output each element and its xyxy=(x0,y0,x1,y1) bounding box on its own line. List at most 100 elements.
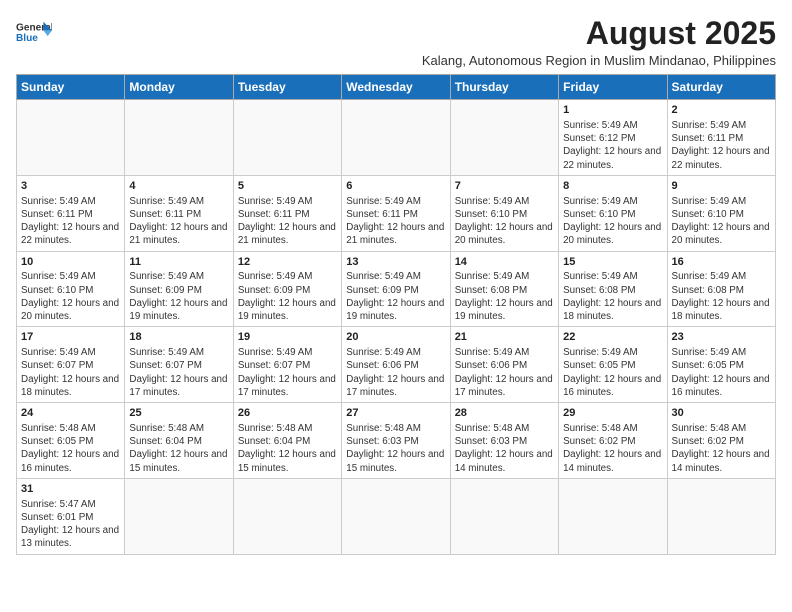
day-number: 22 xyxy=(563,330,662,345)
weekday-header-thursday: Thursday xyxy=(450,75,558,100)
calendar-cell xyxy=(233,478,341,554)
calendar-cell: 6Sunrise: 5:49 AM Sunset: 6:11 PM Daylig… xyxy=(342,175,450,251)
calendar-cell xyxy=(342,478,450,554)
calendar-cell: 13Sunrise: 5:49 AM Sunset: 6:09 PM Dayli… xyxy=(342,251,450,327)
day-number: 30 xyxy=(672,406,771,421)
day-info: Sunrise: 5:49 AM Sunset: 6:11 PM Dayligh… xyxy=(672,119,771,172)
day-number: 29 xyxy=(563,406,662,421)
title-area: August 2025 Kalang, Autonomous Region in… xyxy=(52,16,776,68)
day-number: 2 xyxy=(672,103,771,118)
calendar-cell: 24Sunrise: 5:48 AM Sunset: 6:05 PM Dayli… xyxy=(17,403,125,479)
day-number: 16 xyxy=(672,255,771,270)
day-info: Sunrise: 5:49 AM Sunset: 6:08 PM Dayligh… xyxy=(455,270,554,323)
day-info: Sunrise: 5:49 AM Sunset: 6:11 PM Dayligh… xyxy=(129,195,228,248)
day-number: 8 xyxy=(563,179,662,194)
calendar-cell xyxy=(233,100,341,176)
day-info: Sunrise: 5:49 AM Sunset: 6:07 PM Dayligh… xyxy=(238,346,337,399)
day-number: 10 xyxy=(21,255,120,270)
day-info: Sunrise: 5:49 AM Sunset: 6:09 PM Dayligh… xyxy=(238,270,337,323)
calendar-cell: 3Sunrise: 5:49 AM Sunset: 6:11 PM Daylig… xyxy=(17,175,125,251)
day-number: 9 xyxy=(672,179,771,194)
day-number: 19 xyxy=(238,330,337,345)
calendar-cell: 30Sunrise: 5:48 AM Sunset: 6:02 PM Dayli… xyxy=(667,403,775,479)
calendar-cell: 8Sunrise: 5:49 AM Sunset: 6:10 PM Daylig… xyxy=(559,175,667,251)
calendar-cell: 16Sunrise: 5:49 AM Sunset: 6:08 PM Dayli… xyxy=(667,251,775,327)
calendar-cell: 4Sunrise: 5:49 AM Sunset: 6:11 PM Daylig… xyxy=(125,175,233,251)
day-info: Sunrise: 5:48 AM Sunset: 6:04 PM Dayligh… xyxy=(129,422,228,475)
calendar-cell: 1Sunrise: 5:49 AM Sunset: 6:12 PM Daylig… xyxy=(559,100,667,176)
day-number: 28 xyxy=(455,406,554,421)
day-number: 13 xyxy=(346,255,445,270)
weekday-header-monday: Monday xyxy=(125,75,233,100)
week-row-3: 10Sunrise: 5:49 AM Sunset: 6:10 PM Dayli… xyxy=(17,251,776,327)
calendar-cell: 10Sunrise: 5:49 AM Sunset: 6:10 PM Dayli… xyxy=(17,251,125,327)
day-number: 6 xyxy=(346,179,445,194)
calendar-cell xyxy=(17,100,125,176)
calendar-cell xyxy=(125,478,233,554)
calendar-cell: 18Sunrise: 5:49 AM Sunset: 6:07 PM Dayli… xyxy=(125,327,233,403)
week-row-6: 31Sunrise: 5:47 AM Sunset: 6:01 PM Dayli… xyxy=(17,478,776,554)
day-number: 5 xyxy=(238,179,337,194)
day-number: 12 xyxy=(238,255,337,270)
day-info: Sunrise: 5:49 AM Sunset: 6:11 PM Dayligh… xyxy=(21,195,120,248)
day-number: 7 xyxy=(455,179,554,194)
day-info: Sunrise: 5:49 AM Sunset: 6:10 PM Dayligh… xyxy=(563,195,662,248)
day-info: Sunrise: 5:49 AM Sunset: 6:10 PM Dayligh… xyxy=(672,195,771,248)
calendar-cell: 11Sunrise: 5:49 AM Sunset: 6:09 PM Dayli… xyxy=(125,251,233,327)
week-row-1: 1Sunrise: 5:49 AM Sunset: 6:12 PM Daylig… xyxy=(17,100,776,176)
weekday-header-sunday: Sunday xyxy=(17,75,125,100)
day-info: Sunrise: 5:48 AM Sunset: 6:05 PM Dayligh… xyxy=(21,422,120,475)
day-info: Sunrise: 5:49 AM Sunset: 6:09 PM Dayligh… xyxy=(129,270,228,323)
day-info: Sunrise: 5:49 AM Sunset: 6:06 PM Dayligh… xyxy=(455,346,554,399)
calendar-cell: 22Sunrise: 5:49 AM Sunset: 6:05 PM Dayli… xyxy=(559,327,667,403)
week-row-5: 24Sunrise: 5:48 AM Sunset: 6:05 PM Dayli… xyxy=(17,403,776,479)
weekday-header-tuesday: Tuesday xyxy=(233,75,341,100)
day-info: Sunrise: 5:49 AM Sunset: 6:12 PM Dayligh… xyxy=(563,119,662,172)
day-info: Sunrise: 5:49 AM Sunset: 6:11 PM Dayligh… xyxy=(346,195,445,248)
day-number: 11 xyxy=(129,255,228,270)
day-info: Sunrise: 5:48 AM Sunset: 6:03 PM Dayligh… xyxy=(455,422,554,475)
calendar-cell xyxy=(125,100,233,176)
day-info: Sunrise: 5:49 AM Sunset: 6:05 PM Dayligh… xyxy=(563,346,662,399)
day-info: Sunrise: 5:48 AM Sunset: 6:02 PM Dayligh… xyxy=(672,422,771,475)
calendar-cell: 2Sunrise: 5:49 AM Sunset: 6:11 PM Daylig… xyxy=(667,100,775,176)
calendar-cell: 23Sunrise: 5:49 AM Sunset: 6:05 PM Dayli… xyxy=(667,327,775,403)
day-number: 20 xyxy=(346,330,445,345)
calendar-cell: 25Sunrise: 5:48 AM Sunset: 6:04 PM Dayli… xyxy=(125,403,233,479)
day-number: 26 xyxy=(238,406,337,421)
calendar-cell: 9Sunrise: 5:49 AM Sunset: 6:10 PM Daylig… xyxy=(667,175,775,251)
day-number: 27 xyxy=(346,406,445,421)
calendar-cell: 28Sunrise: 5:48 AM Sunset: 6:03 PM Dayli… xyxy=(450,403,558,479)
month-year-title: August 2025 xyxy=(52,16,776,51)
weekday-header-saturday: Saturday xyxy=(667,75,775,100)
day-info: Sunrise: 5:49 AM Sunset: 6:08 PM Dayligh… xyxy=(563,270,662,323)
calendar-cell xyxy=(559,478,667,554)
logo-icon: General Blue xyxy=(16,16,52,52)
calendar-cell: 15Sunrise: 5:49 AM Sunset: 6:08 PM Dayli… xyxy=(559,251,667,327)
calendar-cell: 29Sunrise: 5:48 AM Sunset: 6:02 PM Dayli… xyxy=(559,403,667,479)
day-number: 4 xyxy=(129,179,228,194)
week-row-4: 17 Sunrise: 5:49 AM Sunset: 6:07 PM Dayli… xyxy=(17,327,776,403)
weekday-header-row: SundayMondayTuesdayWednesdayThursdayFrid… xyxy=(17,75,776,100)
calendar-cell xyxy=(450,100,558,176)
weekday-header-wednesday: Wednesday xyxy=(342,75,450,100)
calendar-table: SundayMondayTuesdayWednesdayThursdayFrid… xyxy=(16,74,776,554)
calendar-cell: 26Sunrise: 5:48 AM Sunset: 6:04 PM Dayli… xyxy=(233,403,341,479)
day-number: 3 xyxy=(21,179,120,194)
day-number: 17 xyxy=(21,330,120,345)
weekday-header-friday: Friday xyxy=(559,75,667,100)
calendar-cell: 19Sunrise: 5:49 AM Sunset: 6:07 PM Dayli… xyxy=(233,327,341,403)
day-number: 23 xyxy=(672,330,771,345)
calendar-cell: 17Sunrise: 5:49 AM Sunset: 6:07 PM Dayli… xyxy=(17,327,125,403)
day-number: 21 xyxy=(455,330,554,345)
day-info: Sunrise: 5:49 AM Sunset: 6:07 PM Dayligh… xyxy=(129,346,228,399)
day-number: 25 xyxy=(129,406,228,421)
calendar-cell: 7Sunrise: 5:49 AM Sunset: 6:10 PM Daylig… xyxy=(450,175,558,251)
calendar-cell xyxy=(667,478,775,554)
location-subtitle: Kalang, Autonomous Region in Muslim Mind… xyxy=(52,53,776,68)
day-info: Sunrise: 5:49 AM Sunset: 6:06 PM Dayligh… xyxy=(346,346,445,399)
day-info: Sunrise: 5:49 AM Sunset: 6:10 PM Dayligh… xyxy=(21,270,120,323)
day-info: Sunrise: 5:48 AM Sunset: 6:03 PM Dayligh… xyxy=(346,422,445,475)
day-number: 18 xyxy=(129,330,228,345)
day-info: Sunrise: 5:48 AM Sunset: 6:04 PM Dayligh… xyxy=(238,422,337,475)
